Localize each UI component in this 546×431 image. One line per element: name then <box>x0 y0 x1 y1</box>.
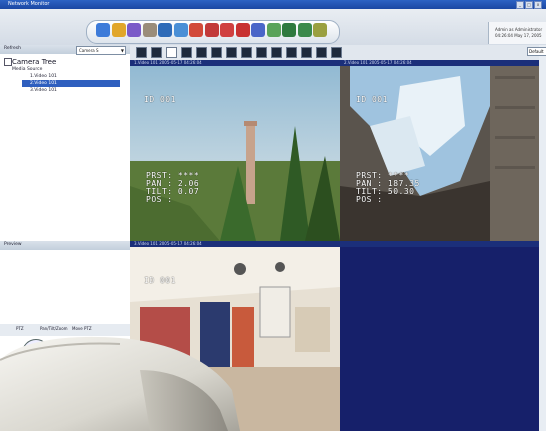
layout-button[interactable] <box>181 47 192 58</box>
layout-button[interactable] <box>301 47 312 58</box>
tree-root[interactable]: Media Source <box>12 67 42 72</box>
settings-icon[interactable] <box>313 23 327 37</box>
layout-button[interactable] <box>226 47 237 58</box>
osd-position-readout: PRST: **** PAN : 2.06 TILT: 0.07 POS : <box>146 172 199 204</box>
camera-select-value: Camera S <box>79 48 99 53</box>
window-controls: _ □ x <box>516 1 542 9</box>
video-pane-header <box>340 241 539 247</box>
layout-button[interactable] <box>166 47 177 58</box>
minimize-button[interactable]: _ <box>516 1 524 9</box>
layout-button[interactable] <box>286 47 297 58</box>
alarm-icon[interactable] <box>204 23 219 37</box>
camera-tree-icon <box>4 58 12 66</box>
layout-button[interactable] <box>316 47 327 58</box>
record-icon[interactable] <box>220 23 234 37</box>
chart-icon[interactable] <box>127 23 141 37</box>
layout-button[interactable] <box>151 47 162 58</box>
maximize-button[interactable]: □ <box>525 1 533 9</box>
scene-tower-trees <box>130 121 340 241</box>
layout-button[interactable] <box>271 47 282 58</box>
camera-tree-title: Camera Tree <box>12 58 57 66</box>
camera-icon[interactable] <box>173 23 188 37</box>
scene-sky-building <box>340 66 539 241</box>
close-button[interactable]: x <box>534 1 542 9</box>
datetime-status-line: 04:26:04 May 17, 2005 <box>495 33 542 38</box>
layout-button[interactable] <box>256 47 267 58</box>
video-pane-2[interactable]: 2.Video 101 2005-05-17 04:26:04 ID 001 P… <box>340 60 539 241</box>
preview-label: Preview <box>4 242 22 247</box>
view-select[interactable]: Default <box>527 47 546 56</box>
tree-item[interactable]: 2.Video 101 <box>30 81 57 86</box>
refresh-label[interactable]: Refresh <box>4 46 21 51</box>
layout-button[interactable] <box>136 47 147 58</box>
preview-header: Preview <box>0 241 130 250</box>
osd-line: POS : <box>146 195 173 204</box>
video-pane-1[interactable]: 1.Video 101 2005-05-17 04:26:04 ID 001 P… <box>130 60 340 241</box>
osd-line: POS : <box>356 195 383 204</box>
osd-camera-id: ID 001 <box>144 276 176 285</box>
layout-button[interactable] <box>196 47 207 58</box>
folder-icon[interactable] <box>111 23 126 37</box>
layout-button[interactable] <box>331 47 342 58</box>
user-status-line: Admin as Administrator <box>495 27 543 32</box>
users-icon[interactable] <box>297 23 312 37</box>
chevron-down-icon: ▼ <box>120 48 124 53</box>
tools-icon[interactable] <box>142 23 157 37</box>
camera-select[interactable]: Camera S ▼ <box>76 46 126 55</box>
grid-icon[interactable] <box>189 23 203 37</box>
video-pane-4[interactable] <box>340 241 539 431</box>
osd-camera-id: ID 001 <box>356 95 388 104</box>
dvd-icon[interactable] <box>251 23 265 37</box>
title-bar: Network Monitor _ □ x <box>0 0 546 9</box>
user-icon[interactable] <box>282 23 296 37</box>
mute-icon[interactable] <box>235 23 250 37</box>
layout-button[interactable] <box>241 47 252 58</box>
right-scroll-strip <box>539 45 546 431</box>
view-select-value: Default <box>529 49 544 54</box>
layout-button[interactable] <box>211 47 222 58</box>
eye-icon[interactable] <box>96 23 110 37</box>
osd-position-readout: PRST: **** PAN : 187.35 TILT: 50.30 POS … <box>356 172 420 204</box>
window-title: Network Monitor <box>8 1 50 7</box>
osd-camera-id: ID 001 <box>144 95 176 104</box>
tree-item[interactable]: 1.Video 101 <box>30 74 57 79</box>
export-icon[interactable] <box>266 23 281 37</box>
monitor-icon[interactable] <box>158 23 172 37</box>
user-status-box: Admin as Administrator 04:26:04 May 17, … <box>488 22 546 44</box>
tree-item[interactable]: 3.Video 101 <box>30 88 57 93</box>
ptz-camera-photo <box>0 336 240 431</box>
